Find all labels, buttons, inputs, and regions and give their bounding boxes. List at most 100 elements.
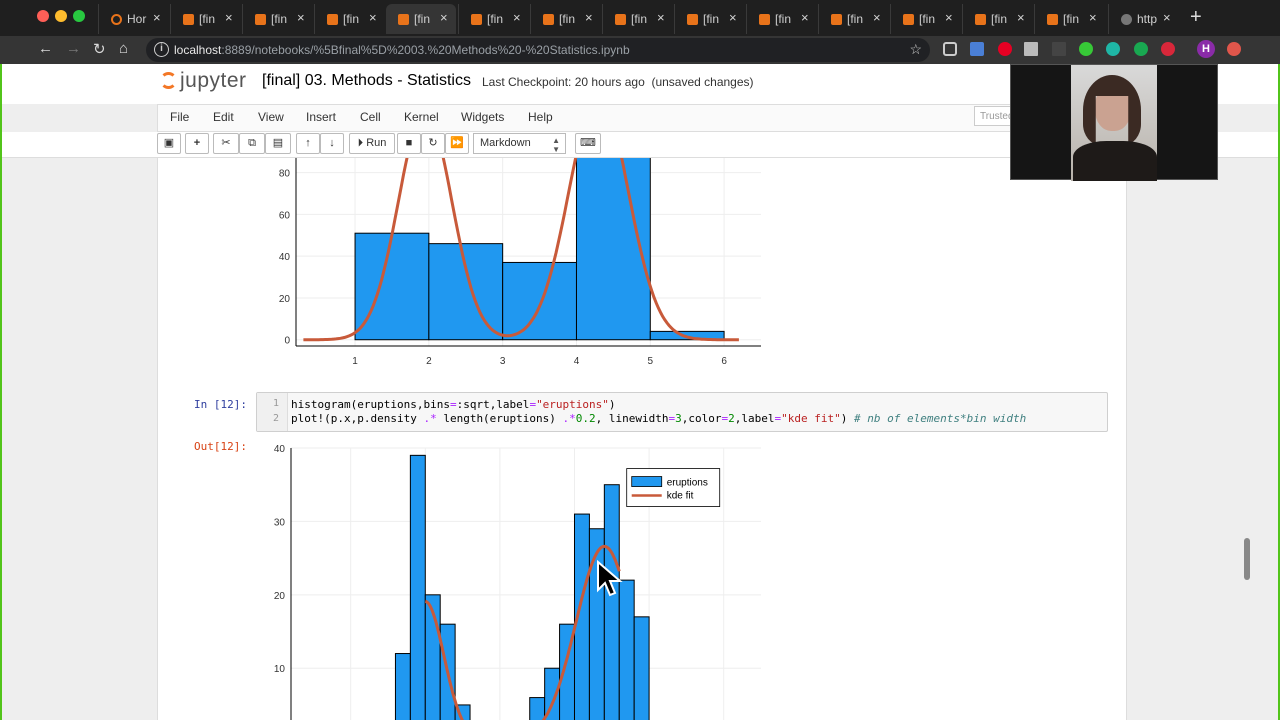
notebook-favicon-icon <box>687 14 698 25</box>
y-tick-label: 40 <box>279 252 291 263</box>
restart-icon[interactable]: ↻ <box>421 133 445 154</box>
reload-icon[interactable]: ↻ <box>93 40 106 58</box>
browser-tab[interactable]: [fin × <box>890 4 960 34</box>
close-tab-icon[interactable]: × <box>225 10 233 25</box>
close-tab-icon[interactable]: × <box>801 10 809 25</box>
menu-kernel[interactable]: Kernel <box>404 110 439 124</box>
copy-icon[interactable]: ⧉ <box>239 133 265 154</box>
notebook-favicon-icon <box>183 14 194 25</box>
browser-tab[interactable]: [fin × <box>314 4 384 34</box>
menu-view[interactable]: View <box>258 110 284 124</box>
notebook-favicon-icon <box>759 14 770 25</box>
home-icon[interactable]: ⌂ <box>119 40 128 57</box>
browser-tab[interactable]: [fin × <box>242 4 312 34</box>
close-window-button[interactable] <box>37 10 49 22</box>
run-button[interactable]: ⏵ Run <box>349 133 395 154</box>
pocket-icon[interactable] <box>943 42 957 56</box>
paste-icon[interactable]: ▤ <box>265 133 291 154</box>
jupyter-logo[interactable]: jupyter <box>160 69 247 93</box>
output-eruptions-histogram: 10 20 30 40 eruptions kde fit <box>274 444 761 720</box>
extension-icon[interactable] <box>1106 42 1120 56</box>
notebook-favicon-icon <box>543 14 554 25</box>
browser-tab[interactable]: [fin × <box>386 4 456 34</box>
menu-insert[interactable]: Insert <box>306 110 336 124</box>
close-tab-icon[interactable]: × <box>153 10 161 25</box>
extension-icon[interactable] <box>1227 42 1241 56</box>
menu-widgets[interactable]: Widgets <box>461 110 504 124</box>
forward-icon[interactable]: → <box>66 40 81 57</box>
site-info-icon[interactable]: i <box>154 42 169 57</box>
browser-tab[interactable]: [fin × <box>530 4 600 34</box>
extension-icon[interactable] <box>1079 42 1093 56</box>
pinterest-icon[interactable] <box>998 42 1012 56</box>
browser-tab-bar: Hor × [fin × [fin × [fin × [fin × [fin × [fin × [fin ×[… <box>0 0 1280 36</box>
notebook-favicon-icon <box>615 14 626 25</box>
url-text: localhost:8889/notebooks/%5Bfinal%5D%200… <box>174 43 630 57</box>
cell-type-select[interactable]: Markdown ▲ ▼ <box>473 133 566 154</box>
code-cell[interactable]: 1 2 histogram(eruptions,bins=:sqrt,label… <box>256 392 1108 432</box>
histogram-bar <box>409 454 426 720</box>
stop-icon[interactable]: ■ <box>397 133 421 154</box>
menu-edit[interactable]: Edit <box>213 110 234 124</box>
browser-tab[interactable]: [fin × <box>746 4 816 34</box>
browser-tab[interactable]: [fin × <box>962 4 1032 34</box>
close-tab-icon[interactable]: × <box>1017 10 1025 25</box>
insert-cell-button[interactable]: + <box>185 133 209 154</box>
translate-icon[interactable] <box>970 42 984 56</box>
input-prompt: In [12]: <box>194 398 247 411</box>
notebook-title[interactable]: [final] 03. Methods - Statistics <box>262 72 471 90</box>
notebook-container[interactable]: 0 20 40 60 80 1 2 3 4 5 6 In [12]: 1 2 histogram(e… <box>157 158 1127 720</box>
browser-tab[interactable]: http × <box>1108 4 1178 34</box>
tab-title: [fin <box>847 12 864 26</box>
move-down-icon[interactable]: ↓ <box>320 133 344 154</box>
cut-icon[interactable]: ✂ <box>213 133 239 154</box>
browser-tab[interactable]: [fin × <box>170 4 240 34</box>
browser-tab[interactable]: [fin × <box>1034 4 1104 34</box>
restart-run-all-icon[interactable]: ⏩ <box>445 133 469 154</box>
browser-tab[interactable]: [fin × <box>602 4 672 34</box>
close-tab-icon[interactable]: × <box>585 10 593 25</box>
page-scrollbar[interactable] <box>1244 538 1250 580</box>
address-bar[interactable]: i localhost:8889/notebooks/%5Bfinal%5D%2… <box>146 38 930 62</box>
close-tab-icon[interactable]: × <box>440 10 448 25</box>
extension-icon[interactable] <box>1161 42 1175 56</box>
close-tab-icon[interactable]: × <box>513 10 521 25</box>
code-line-2: plot!(p.x,p.density .* length(eruptions)… <box>291 412 1027 425</box>
menu-help[interactable]: Help <box>528 110 553 124</box>
avatar[interactable]: H <box>1197 40 1215 58</box>
histogram-bar <box>502 261 577 341</box>
extension-icon[interactable] <box>1052 42 1066 56</box>
notebook-favicon-icon <box>975 14 986 25</box>
browser-tab[interactable]: [fin × <box>458 4 528 34</box>
tab-title: [fin <box>991 12 1008 26</box>
browser-tab[interactable]: [fin × <box>818 4 888 34</box>
close-tab-icon[interactable]: × <box>369 10 377 25</box>
notebook-favicon-icon <box>471 14 482 25</box>
output-histogram-chart: 0 20 40 60 80 1 2 3 4 5 6 <box>279 158 761 367</box>
close-tab-icon[interactable]: × <box>873 10 881 25</box>
move-up-icon[interactable]: ↑ <box>296 133 320 154</box>
menu-cell[interactable]: Cell <box>360 110 381 124</box>
new-tab-button[interactable]: + <box>1190 6 1202 29</box>
close-tab-icon[interactable]: × <box>297 10 305 25</box>
back-icon[interactable]: ← <box>38 40 53 57</box>
extension-icon[interactable] <box>1134 42 1148 56</box>
bookmark-star-icon[interactable]: ☆ <box>909 41 922 58</box>
menu-file[interactable]: File <box>170 110 189 124</box>
browser-tab[interactable]: Hor × <box>98 4 168 34</box>
close-tab-icon[interactable]: × <box>729 10 737 25</box>
extension-icon[interactable] <box>1024 42 1038 56</box>
close-tab-icon[interactable]: × <box>945 10 953 25</box>
close-tab-icon[interactable]: × <box>657 10 665 25</box>
browser-tab[interactable]: [fin × <box>674 4 744 34</box>
minimize-window-button[interactable] <box>55 10 67 22</box>
line-number: 1 <box>272 398 279 409</box>
keyboard-icon[interactable]: ⌨ <box>575 133 601 154</box>
notebook-favicon-icon <box>903 14 914 25</box>
notebook-favicon-icon <box>398 14 409 25</box>
close-tab-icon[interactable]: × <box>1163 10 1171 25</box>
x-tick-label: 3 <box>500 356 506 367</box>
save-icon[interactable]: ▣ <box>157 133 181 154</box>
maximize-window-button[interactable] <box>73 10 85 22</box>
close-tab-icon[interactable]: × <box>1089 10 1097 25</box>
